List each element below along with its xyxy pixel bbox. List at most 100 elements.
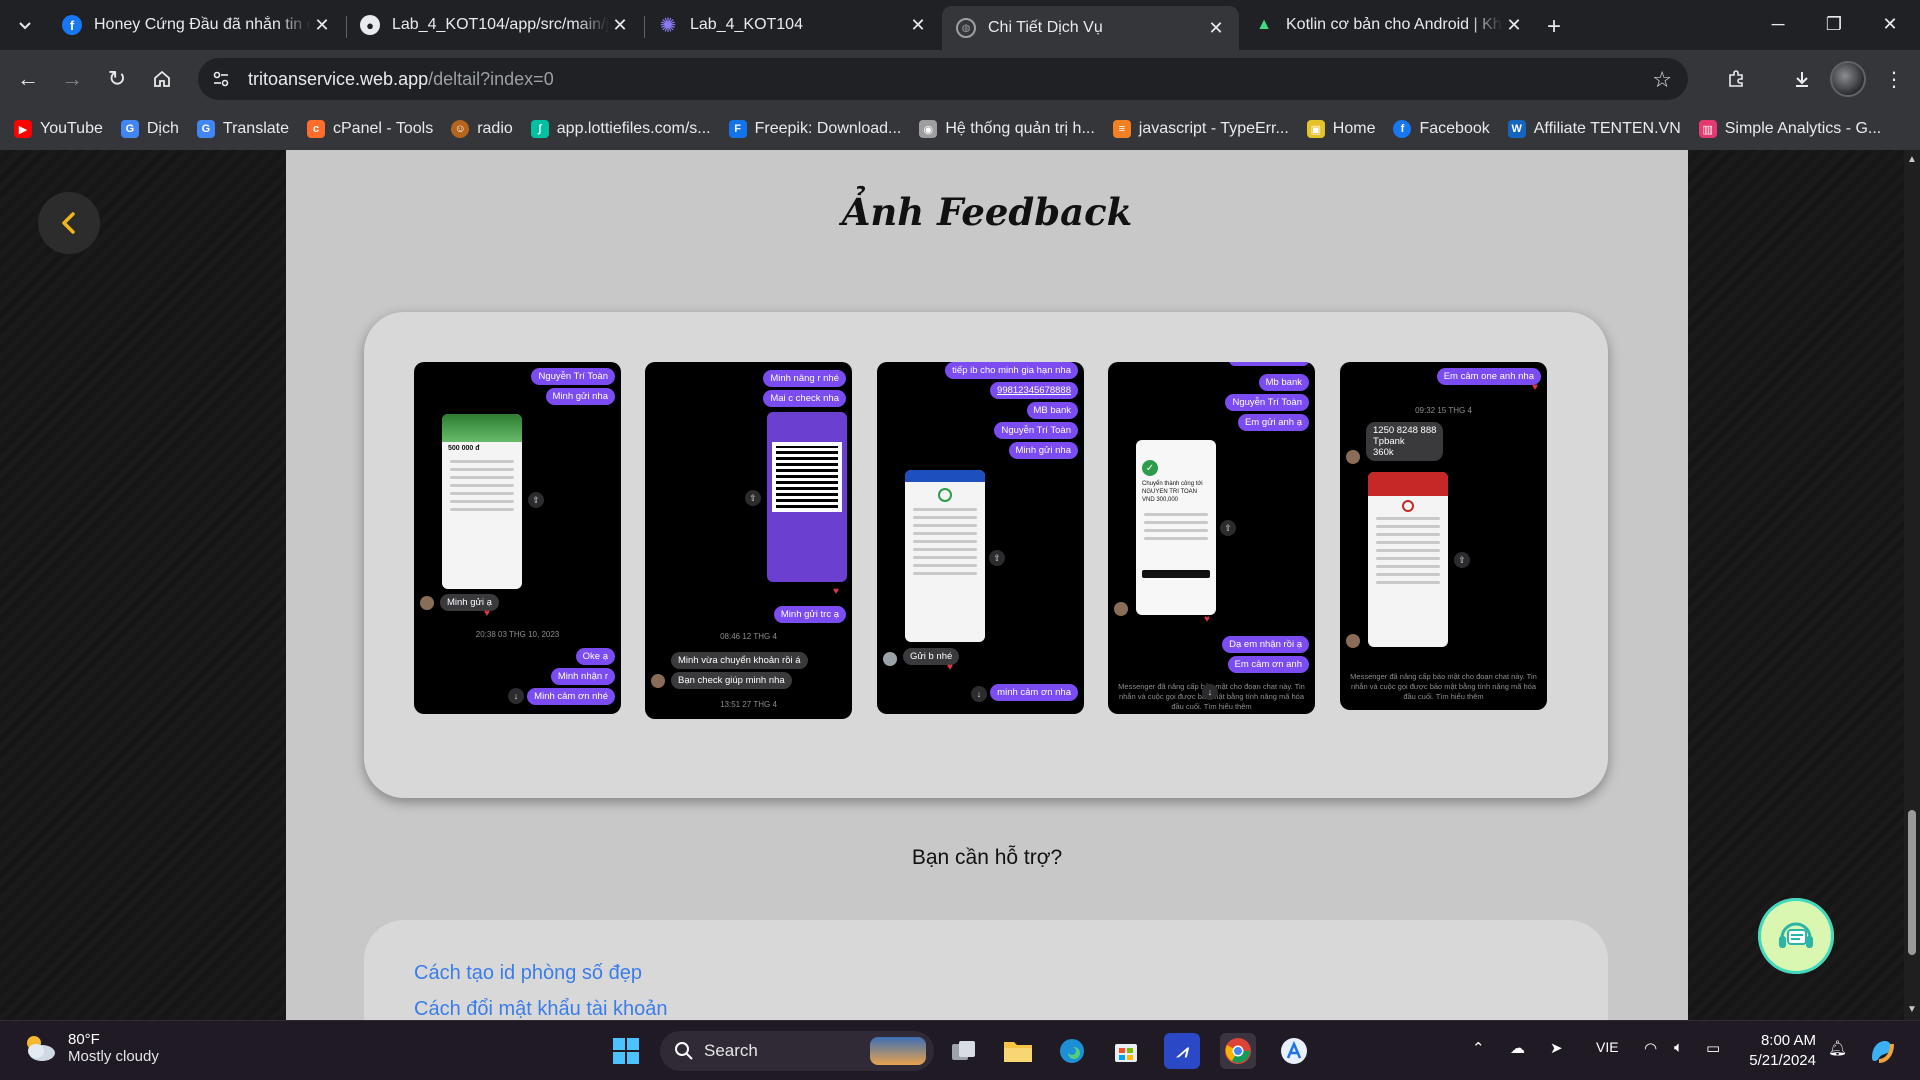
close-tab-icon[interactable]: ✕ xyxy=(609,15,631,36)
bookmark-star-icon[interactable]: ☆ xyxy=(1652,67,1672,93)
weather-temperature: 80°F xyxy=(68,1031,100,1048)
notification-bell-icon[interactable]: 🔔︎ xyxy=(1828,1039,1847,1057)
close-tab-icon[interactable]: ✕ xyxy=(1503,15,1525,36)
bookmark-javascript[interactable]: ≡ javascript - TypeErr... xyxy=(1112,120,1289,138)
bookmark-simple-analytics[interactable]: ▥ Simple Analytics - G... xyxy=(1698,120,1881,138)
feedback-image[interactable]: Mb bank Nguyễn Trí Toàn Em gửi anh ạ ✓ C… xyxy=(1108,362,1315,714)
tab-github[interactable]: ● Lab_4_KOT104/app/src/main/java ✕ xyxy=(346,6,643,44)
bookmark-facebook[interactable]: f Facebook xyxy=(1393,120,1490,138)
app-store-button[interactable] xyxy=(1276,1033,1312,1069)
tab-search-button[interactable] xyxy=(10,11,40,41)
chat-bubble: Mai c check nha xyxy=(763,390,846,407)
tab-kotlin[interactable]: ▲ Kotlin cơ bản cho Android | Khóa học ✕ xyxy=(1240,6,1537,44)
forward-button[interactable]: → xyxy=(56,63,88,95)
weather-description: Mostly cloudy xyxy=(68,1048,159,1065)
bank-receipt-image xyxy=(905,470,985,642)
extensions-button[interactable] xyxy=(1720,63,1752,95)
tab-facebook[interactable]: f Honey Cứng Đầu đã nhắn tin cho bạn ✕ xyxy=(48,6,345,44)
show-hidden-icons-button[interactable]: ⌃ xyxy=(1472,1039,1485,1057)
input-language[interactable]: VIE xyxy=(1596,1039,1619,1055)
close-tab-icon[interactable]: ✕ xyxy=(907,15,929,36)
file-explorer-button[interactable] xyxy=(1000,1033,1036,1069)
bookmark-label: Home xyxy=(1332,120,1376,137)
support-chat-button[interactable] xyxy=(1758,898,1834,974)
close-icon: ✕ xyxy=(1882,13,1898,34)
tab-title: Chi Tiết Dịch Vụ xyxy=(988,19,1103,36)
copilot-button[interactable] xyxy=(1864,1033,1900,1069)
system-clock[interactable]: 8:00 AM 5/21/2024 xyxy=(1740,1031,1816,1071)
help-link-change-password[interactable]: Cách đổi mật khẩu tài khoản xyxy=(414,998,668,1020)
feedback-gallery: Nguyễn Trí Toàn Minh gửi nha 500 000 đ ⇧… xyxy=(364,312,1608,798)
home-button[interactable] xyxy=(146,63,178,95)
page-back-button[interactable] xyxy=(38,192,100,254)
browser-menu-button[interactable]: ⋮ xyxy=(1878,63,1910,95)
bookmark-tenten[interactable]: W Affiliate TENTEN.VN xyxy=(1507,120,1681,138)
tab-lab4[interactable]: ✺ Lab_4_KOT104 ✕ xyxy=(644,6,941,44)
taskbar-search[interactable]: Search xyxy=(660,1031,934,1071)
edge-browser-button[interactable] xyxy=(1054,1033,1090,1069)
feedback-image[interactable]: tiếp ib cho minh gia hạn nha 99812345678… xyxy=(877,362,1084,714)
avatar xyxy=(1114,602,1128,616)
pinned-app-button[interactable]: ⩘ xyxy=(1164,1033,1200,1069)
headset-support-icon xyxy=(1779,922,1813,948)
search-highlight-image xyxy=(870,1037,926,1065)
scroll-down-arrow-icon[interactable]: ▼ xyxy=(1907,1004,1917,1015)
arrow-right-icon: → xyxy=(61,66,83,91)
address-bar[interactable]: tritoanservice.web.app/deltail?index=0 ☆ xyxy=(198,58,1688,100)
scroll-up-icon[interactable]: ▲ xyxy=(1907,154,1917,165)
scrollbar-thumb[interactable] xyxy=(1908,810,1916,955)
bookmark-label: cPanel - Tools xyxy=(333,120,434,137)
location-icon[interactable]: ➤ xyxy=(1550,1039,1563,1057)
battery-icon[interactable]: ▭ xyxy=(1706,1039,1720,1057)
feedback-image[interactable]: Em cảm one anh nha ♥ 09:32 15 THG 4 1250… xyxy=(1340,362,1547,710)
bookmark-cpanel[interactable]: c cPanel - Tools xyxy=(307,120,433,138)
help-link-create-room-id[interactable]: Cách tạo id phòng số đẹp xyxy=(414,962,642,985)
site-info-icon[interactable] xyxy=(206,70,236,88)
chrome-button[interactable] xyxy=(1220,1033,1256,1069)
google-translate-icon: G xyxy=(120,120,139,138)
new-tab-button[interactable]: + xyxy=(1540,13,1568,41)
share-icon: ⇧ xyxy=(528,492,544,508)
bookmark-dich[interactable]: G Dịch xyxy=(120,120,179,138)
clock-date: 5/21/2024 xyxy=(1749,1052,1816,1069)
bookmark-he-thong[interactable]: ◉ Hệ thống quản trị h... xyxy=(919,120,1095,138)
close-window-button[interactable]: ✕ xyxy=(1862,0,1918,48)
page-scrollbar[interactable]: ▲ ▼ xyxy=(1904,150,1920,1020)
bookmark-label: radio xyxy=(477,120,513,137)
bookmark-home[interactable]: ▣ Home xyxy=(1306,120,1376,138)
close-tab-icon[interactable]: ✕ xyxy=(311,15,333,36)
bookmark-label: Dịch xyxy=(146,120,179,137)
feedback-image[interactable]: Minh nâng r nhé Mai c check nha ⇧ ♥ 08:4… xyxy=(645,362,852,719)
bookmark-label: Freepik: Download... xyxy=(754,120,902,137)
folder-icon xyxy=(1004,1042,1032,1062)
chat-bubble: Minh vừa chuyển khoản rồi á xyxy=(671,652,808,669)
feedback-image[interactable]: Nguyễn Trí Toàn Minh gửi nha 500 000 đ ⇧… xyxy=(414,362,621,714)
minimize-button[interactable]: ─ xyxy=(1750,0,1806,48)
scroll-down-icon: ↓ xyxy=(508,688,524,704)
wifi-icon[interactable]: ◠ xyxy=(1644,1039,1657,1057)
weather-widget[interactable]: 80°F Mostly cloudy xyxy=(22,1031,159,1065)
onedrive-status-icon[interactable]: ☁ xyxy=(1510,1039,1525,1057)
restore-button[interactable]: ❐ xyxy=(1806,0,1862,48)
bookmark-freepik[interactable]: F Freepik: Download... xyxy=(728,120,902,138)
task-view-button[interactable] xyxy=(946,1033,982,1069)
chat-bubble: 1250 8248 888 Tpbank 360k xyxy=(1366,422,1444,461)
bookmark-radio[interactable]: ☺ radio xyxy=(451,120,513,138)
downloads-button[interactable] xyxy=(1786,63,1818,95)
windows-taskbar: 80°F Mostly cloudy Search ⩘ ⌃ ☁ ➤ VIE ◠ … xyxy=(0,1020,1920,1080)
bookmark-label: YouTube xyxy=(40,120,103,137)
profile-avatar[interactable] xyxy=(1830,61,1866,97)
reload-button[interactable]: ↻ xyxy=(101,63,133,95)
tab-chi-tiet-dich-vu[interactable]: ◍ Chi Tiết Dịch Vụ ✕ xyxy=(942,6,1239,50)
close-tab-icon[interactable]: ✕ xyxy=(1205,18,1227,39)
tab-title: Honey Cứng Đầu đã nhắn tin cho bạn xyxy=(94,16,311,33)
back-button[interactable]: ← xyxy=(12,63,44,95)
avatar xyxy=(420,596,434,610)
bookmark-youtube[interactable]: ▶ YouTube xyxy=(14,120,103,138)
volume-icon[interactable]: 🔈︎ xyxy=(1674,1039,1683,1056)
start-button[interactable] xyxy=(608,1033,644,1069)
bookmark-lottiefiles[interactable]: ∫ app.lottiefiles.com/s... xyxy=(530,120,711,138)
microsoft-store-button[interactable] xyxy=(1108,1033,1144,1069)
bookmark-translate[interactable]: G Translate xyxy=(196,120,289,138)
heart-icon: ♥ xyxy=(484,608,490,619)
